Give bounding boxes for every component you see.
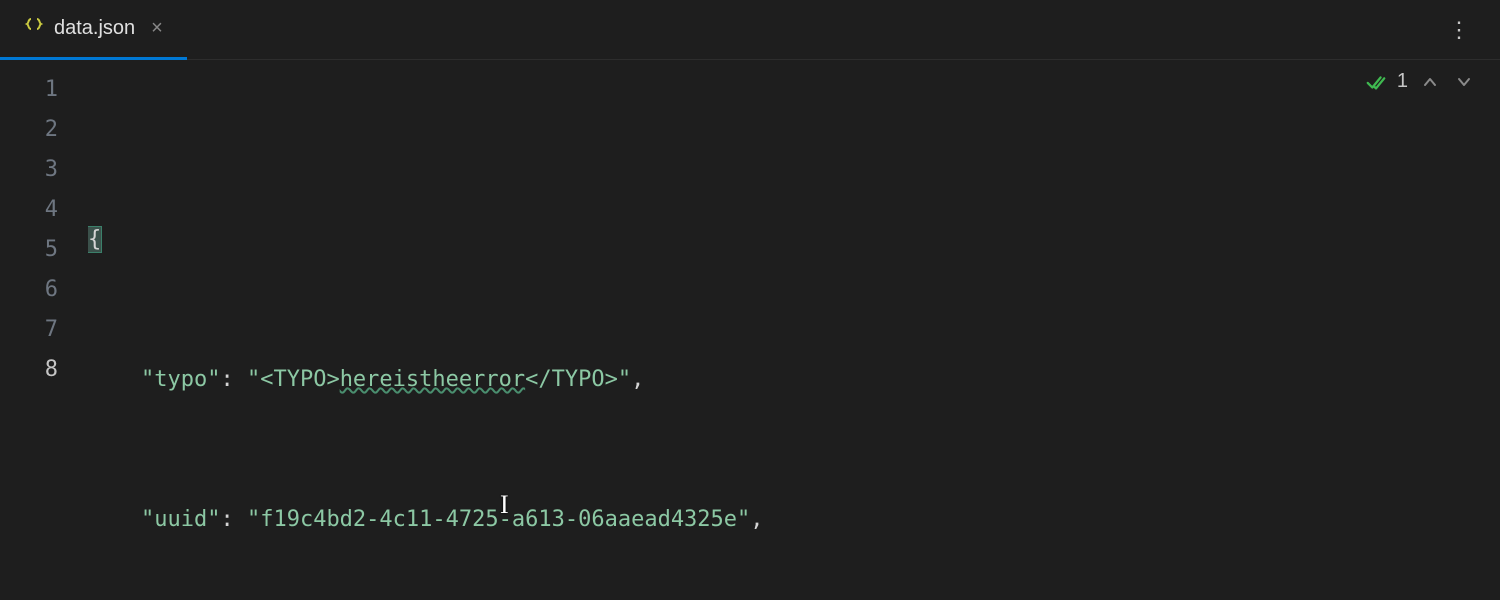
line-number: 7 <box>0 310 88 350</box>
code-line[interactable]: "typo": "<TYPO>hereistheerror</TYPO>", <box>88 360 1500 400</box>
line-number: 8 <box>0 350 88 390</box>
find-count: 1 <box>1397 70 1408 93</box>
spell-warning: hereistheerror <box>340 367 525 392</box>
tab-bar: data.json × ⋮ <box>0 0 1500 60</box>
find-result-widget: 1 <box>1365 70 1476 93</box>
line-number: 5 <box>0 230 88 270</box>
tab-label: data.json <box>54 17 135 40</box>
json-string: "<TYPO>hereistheerror</TYPO>" <box>247 367 631 392</box>
code-area[interactable]: 1 { "typo": "<TYPO>hereistheerror</TYPO>… <box>88 60 1500 600</box>
code-line[interactable]: "uuid": "f19c4bd2-4c11-4725-a613-06aaead… <box>88 500 1500 540</box>
line-number: 4 <box>0 190 88 230</box>
code-line[interactable]: { <box>88 220 1500 260</box>
file-tab[interactable]: data.json × <box>0 0 187 60</box>
json-file-icon <box>24 16 44 40</box>
close-icon[interactable]: × <box>145 15 169 42</box>
check-all-icon <box>1365 71 1387 93</box>
json-key: "uuid" <box>141 507 220 532</box>
find-prev-icon[interactable] <box>1418 74 1442 90</box>
line-number: 6 <box>0 270 88 310</box>
line-number: 3 <box>0 150 88 190</box>
editor[interactable]: 1 2 3 4 5 6 7 8 1 { <box>0 60 1500 600</box>
json-key: "typo" <box>141 367 220 392</box>
json-string: "f19c4bd2-4c11-4725-a613-06aaead4325e" <box>247 507 750 532</box>
more-actions-icon[interactable]: ⋮ <box>1438 12 1480 49</box>
line-number: 1 <box>0 70 88 110</box>
open-brace: { <box>88 227 101 252</box>
find-next-icon[interactable] <box>1452 74 1476 90</box>
tab-actions: ⋮ <box>1438 0 1480 60</box>
line-number-gutter: 1 2 3 4 5 6 7 8 <box>0 60 88 600</box>
line-number: 2 <box>0 110 88 150</box>
